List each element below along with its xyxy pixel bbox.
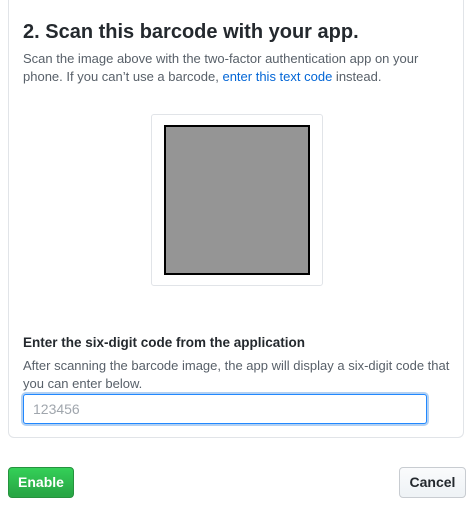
step-heading: 2. Scan this barcode with your app. — [23, 21, 359, 43]
code-field-hint: After scanning the barcode image, the ap… — [23, 358, 450, 391]
six-digit-code-input[interactable] — [23, 394, 427, 424]
enter-text-code-link[interactable]: enter this text code — [222, 69, 332, 84]
barcode-image — [164, 125, 310, 275]
code-field-label: Enter the six-digit code from the applic… — [23, 335, 306, 350]
description-text-end: instead. — [332, 69, 382, 84]
enable-button[interactable]: Enable — [8, 467, 74, 498]
setup-card: 2. Scan this barcode with your app. Scan… — [8, 0, 464, 438]
cancel-button[interactable]: Cancel — [399, 467, 466, 498]
step-description: Scan the image above with the two-factor… — [23, 50, 453, 86]
barcode-frame — [151, 114, 323, 286]
